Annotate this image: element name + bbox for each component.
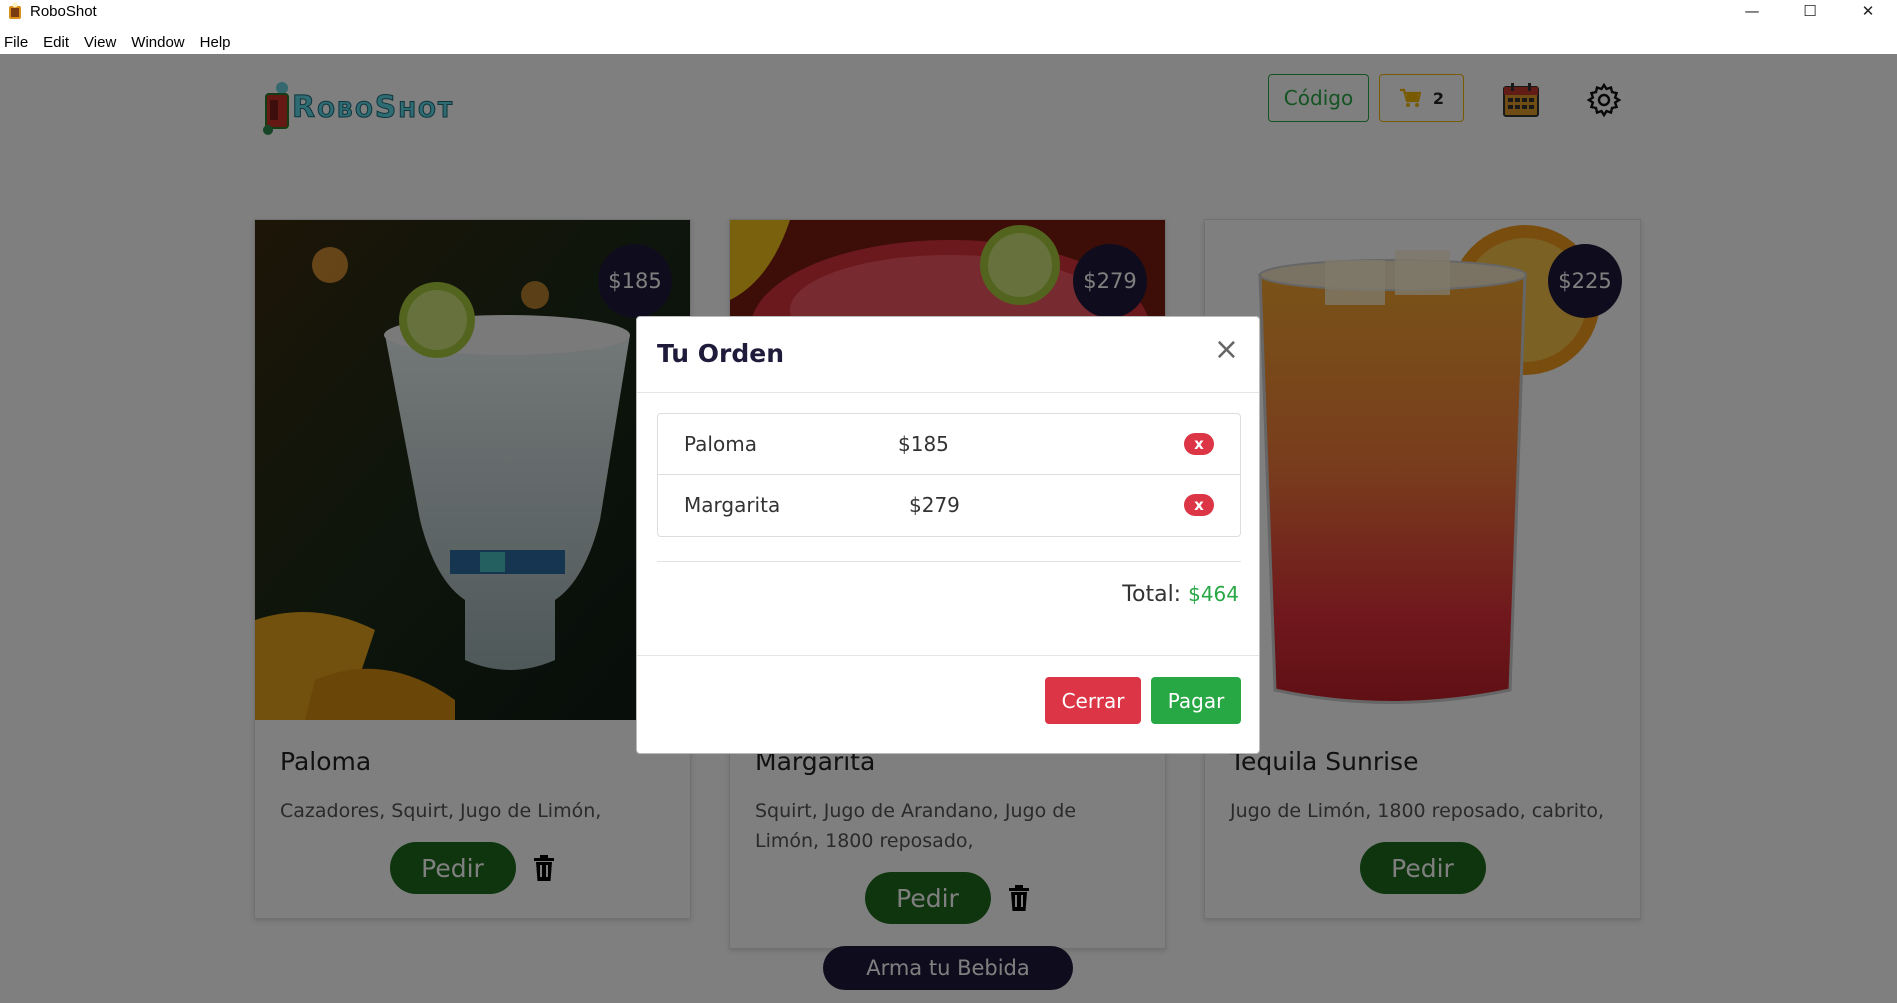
remove-item-button[interactable]: x — [1184, 433, 1214, 455]
remove-item-button[interactable]: x — [1184, 494, 1214, 516]
app-content: RoboShot Código 2 — [0, 54, 1897, 1003]
app-icon — [9, 2, 21, 19]
minimize-button[interactable]: — — [1723, 0, 1781, 22]
modal-footer: Cerrar Pagar — [637, 655, 1259, 755]
divider — [657, 561, 1241, 562]
window-title: RoboShot — [30, 2, 97, 20]
modal-close-icon[interactable]: × — [1214, 335, 1239, 365]
pagar-button[interactable]: Pagar — [1151, 677, 1241, 724]
close-window-button[interactable]: ✕ — [1839, 0, 1897, 22]
modal-header: Tu Orden × — [637, 317, 1259, 393]
cerrar-button[interactable]: Cerrar — [1045, 677, 1141, 724]
menu-view[interactable]: View — [80, 34, 123, 51]
order-modal: Tu Orden × Paloma $185 x Margarita $279 … — [636, 316, 1260, 754]
title-bar: RoboShot — ☐ ✕ — [0, 0, 1897, 22]
maximize-button[interactable]: ☐ — [1781, 0, 1839, 22]
total-label: Total: — [1122, 582, 1182, 607]
order-total: Total: $464 — [1122, 582, 1239, 607]
order-item-price: $185 — [898, 432, 949, 456]
order-item-price: $279 — [909, 493, 960, 517]
order-list: Paloma $185 x Margarita $279 x — [657, 413, 1241, 537]
total-value: $464 — [1188, 582, 1239, 606]
order-item: Margarita $279 x — [658, 475, 1240, 536]
order-item-name: Margarita — [684, 493, 781, 517]
modal-title: Tu Orden — [657, 339, 785, 368]
menu-help[interactable]: Help — [196, 34, 238, 51]
order-item-name: Paloma — [684, 432, 757, 456]
order-item: Paloma $185 x — [658, 414, 1240, 475]
menu-bar: File Edit View Window Help — [0, 30, 1897, 54]
menu-file[interactable]: File — [0, 34, 35, 51]
menu-window[interactable]: Window — [127, 34, 191, 51]
menu-edit[interactable]: Edit — [39, 34, 76, 51]
